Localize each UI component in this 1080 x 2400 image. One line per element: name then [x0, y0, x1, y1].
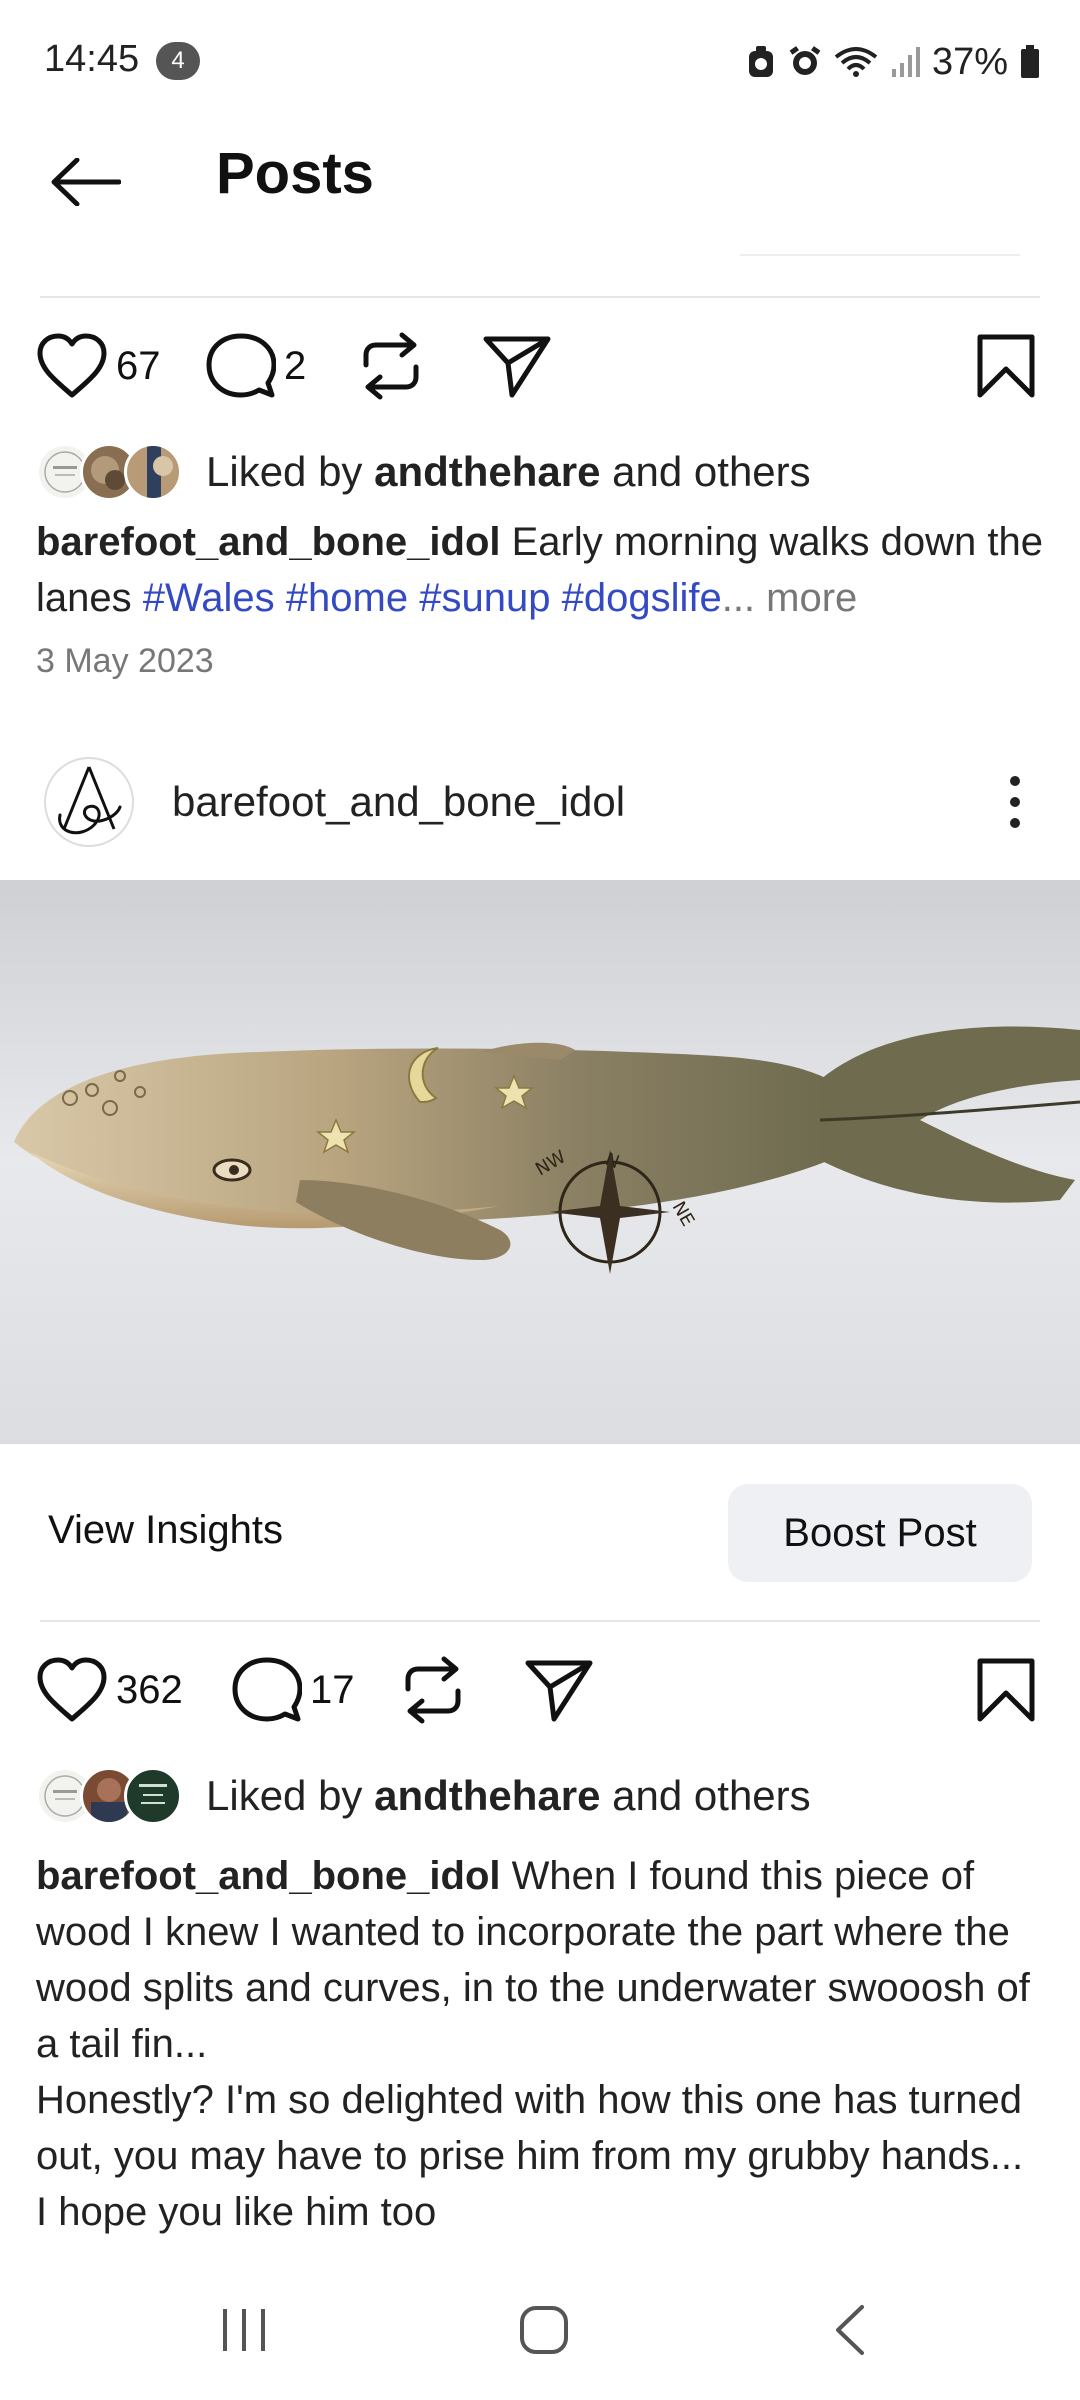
more-link[interactable]: more [755, 576, 857, 620]
signal-icon [891, 47, 920, 77]
boost-post-button[interactable]: Boost Post [728, 1484, 1032, 1582]
battery-percent: 37% [931, 40, 1008, 83]
like-button[interactable]: 67 [36, 318, 161, 414]
app-header: Posts [0, 122, 1080, 242]
post1-date: 3 May 2023 [36, 642, 214, 680]
home-icon [520, 2306, 568, 2354]
liker-avatars [36, 443, 182, 501]
divider [40, 296, 1040, 298]
heart-icon [37, 1657, 107, 1722]
share-button[interactable] [524, 1642, 594, 1738]
hashtag[interactable]: #Wales [143, 576, 275, 620]
comment-button[interactable]: 2 [206, 318, 306, 414]
liker-avatars [36, 1767, 182, 1825]
back-button[interactable] [40, 144, 130, 220]
dot [1010, 776, 1020, 786]
repost-icon [405, 1656, 461, 1724]
liker-username[interactable]: andthehare [374, 1772, 600, 1819]
post2-caption: barefoot_and_bone_idol When I found this… [36, 1854, 1030, 2234]
battery-icon [1021, 45, 1039, 78]
status-bar: 14:45 4 37% [0, 0, 1080, 122]
view-insights-link[interactable]: View Insights [48, 1508, 283, 1553]
post2-action-row: 362 17 [0, 1642, 1080, 1738]
page-title: Posts [216, 141, 374, 206]
alarm-icon [789, 46, 821, 75]
caption-username[interactable]: barefoot_and_bone_idol [36, 1854, 501, 1898]
avatar [124, 443, 182, 501]
repost-button[interactable] [360, 318, 422, 414]
send-icon [525, 1660, 593, 1722]
profile-logo-icon [58, 766, 122, 835]
send-icon [483, 336, 551, 398]
bookmark-icon [977, 334, 1035, 398]
bookmark-icon [977, 1658, 1035, 1722]
previous-post-edge [740, 254, 1020, 256]
repost-button[interactable] [402, 1642, 464, 1738]
post2-insights-row: View Insights Boost Post [0, 1480, 1080, 1582]
liked-by-text: Liked by andthehare and others [206, 448, 811, 495]
save-button[interactable] [976, 318, 1036, 414]
dot [1010, 797, 1020, 807]
save-button[interactable] [976, 1642, 1036, 1738]
comment-button[interactable]: 17 [232, 1642, 355, 1738]
notification-count-badge: 4 [156, 42, 200, 80]
home-button[interactable] [484, 2290, 604, 2370]
comment-count: 17 [310, 1667, 355, 1712]
system-nav-bar [0, 2260, 1080, 2400]
hashtag[interactable]: #home [286, 576, 408, 620]
silent-mode-icon [748, 46, 773, 77]
post2-caption-clip: barefoot_and_bone_idol When I found this… [0, 1836, 1080, 2252]
share-button[interactable] [482, 318, 552, 414]
hashtag[interactable]: #sunup [419, 576, 550, 620]
dot [1010, 818, 1020, 828]
post1-action-row: 67 2 [0, 318, 1080, 414]
comment-count: 2 [284, 343, 307, 388]
comment-icon [232, 1657, 302, 1722]
liker-username[interactable]: andthehare [374, 448, 600, 495]
post-image[interactable]: N NE NW [0, 880, 1080, 1444]
recent-apps-button[interactable] [184, 2290, 304, 2370]
divider [40, 1620, 1040, 1622]
wifi-icon [834, 47, 878, 77]
post2-header: barefoot_and_bone_idol [0, 742, 1080, 862]
status-time: 14:45 [44, 38, 140, 80]
post-username[interactable]: barefoot_and_bone_idol [172, 778, 625, 826]
post1-caption: barefoot_and_bone_idol Early morning wal… [36, 520, 1043, 620]
status-icons: 37% [746, 40, 1040, 84]
recent-apps-icon [223, 2309, 265, 2351]
like-button[interactable]: 362 [36, 1642, 183, 1738]
post2-liked-by[interactable]: Liked by andthehare and others [36, 1764, 811, 1828]
back-icon [836, 2305, 864, 2355]
repost-icon [363, 332, 419, 400]
hashtag[interactable]: #dogslife [562, 576, 722, 620]
avatar [124, 1767, 182, 1825]
caption-username[interactable]: barefoot_and_bone_idol [36, 520, 501, 564]
nav-back-button[interactable] [790, 2290, 910, 2370]
post-options-button[interactable] [990, 772, 1040, 832]
like-count: 362 [116, 1667, 183, 1712]
post-avatar[interactable] [44, 757, 134, 847]
comment-icon [206, 333, 276, 398]
arrow-left-icon [51, 158, 121, 206]
post1-liked-by[interactable]: Liked by andthehare and others [36, 440, 811, 504]
liked-by-text: Liked by andthehare and others [206, 1772, 811, 1819]
heart-icon [37, 333, 107, 398]
like-count: 67 [116, 343, 161, 388]
